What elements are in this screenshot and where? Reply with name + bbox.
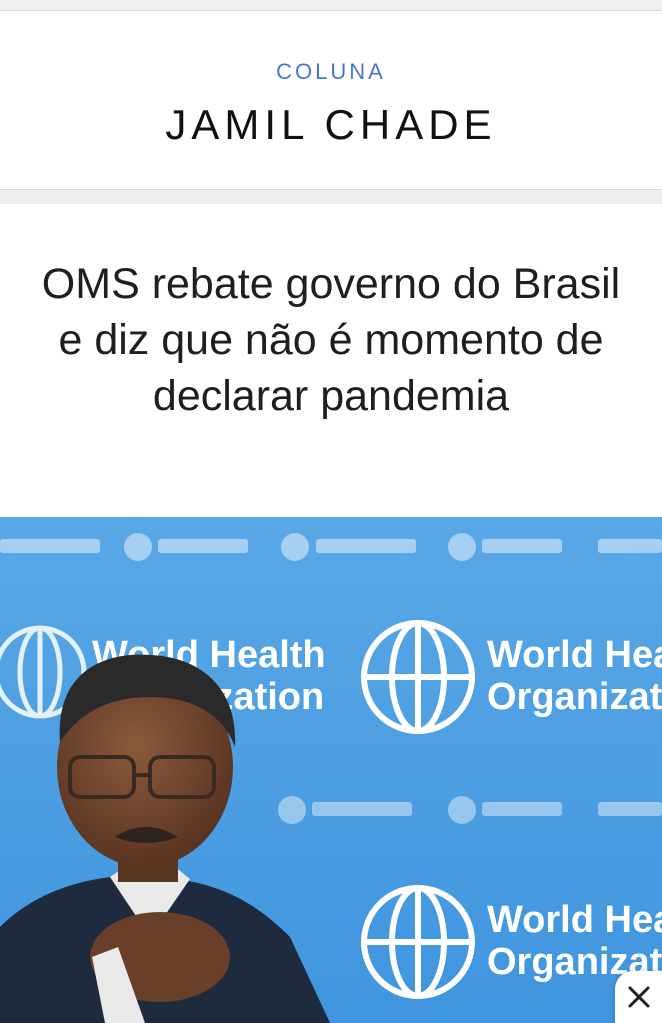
who-emblem-icon <box>361 620 475 734</box>
close-button[interactable] <box>615 971 662 1023</box>
top-divider <box>0 0 662 11</box>
article-headline: OMS rebate governo do Brasil e diz que n… <box>41 260 621 420</box>
who-emblem-icon <box>361 885 475 999</box>
backdrop-text-4: Organizati <box>487 676 662 718</box>
section-separator <box>0 189 662 204</box>
close-icon <box>628 986 649 1008</box>
backdrop-text-3: World Hea <box>487 634 662 676</box>
column-kicker: COLUNA <box>276 59 386 84</box>
column-author[interactable]: JAMIL CHADE <box>0 101 662 149</box>
column-header: COLUNA JAMIL CHADE <box>0 11 662 189</box>
backdrop-text-5: World Hea <box>487 899 662 941</box>
article-photo: World Health Organization World Hea Orga… <box>0 517 662 1023</box>
